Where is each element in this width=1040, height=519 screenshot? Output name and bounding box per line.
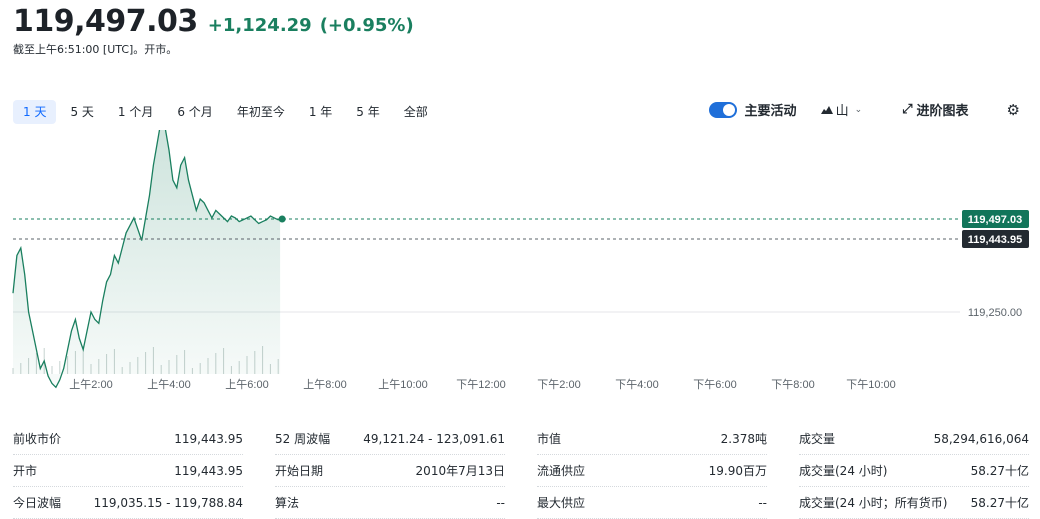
y-tick-label: 119,250.00 (968, 307, 1022, 319)
gear-icon[interactable]: ⚙ (1007, 101, 1020, 119)
key-events-label: 主要活动 (744, 104, 797, 119)
stat-row: 52 周波幅 49,121.24 - 123,091.61 (275, 423, 505, 455)
volume-bar (59, 361, 61, 374)
price-area (13, 130, 281, 388)
x-tick-label: 上午2:00 (69, 378, 112, 391)
price-change: +1,124.29 (207, 15, 312, 36)
stat-value: 119,035.15 - 119,788.84 (93, 495, 243, 510)
expand-icon: ⤢ (902, 102, 913, 117)
current-price-dot (278, 215, 286, 223)
stat-label: 算法 (275, 496, 300, 510)
x-tick-label: 下午6:00 (693, 378, 736, 391)
toggle-switch[interactable] (708, 101, 737, 118)
stat-row: 算法 -- (275, 487, 505, 519)
stat-label: 成交量(24 小时) (799, 464, 888, 478)
x-tick-label: 下午12:00 (456, 378, 506, 391)
x-tick-label: 上午6:00 (225, 378, 268, 391)
range-tab-6m[interactable]: 6 个月 (167, 100, 222, 124)
stat-row: 开始日期 2010年7月13日 (275, 455, 505, 487)
advanced-chart-button[interactable]: ⤢ 进阶图表 (902, 100, 968, 119)
stat-value: -- (496, 495, 505, 510)
stat-row: 流通供应 19.90百万 (537, 455, 767, 487)
range-tab-1y[interactable]: 1 年 (299, 100, 342, 124)
range-tab-5d[interactable]: 5 天 (60, 100, 103, 124)
stat-row: 前收市价 119,443.95 (13, 423, 243, 455)
stat-value: 58.27十亿 (970, 496, 1029, 510)
stat-label: 流通供应 (537, 464, 586, 478)
price-chart[interactable]: 119,497.03 119,443.95 119,250.00 上午2:00 … (0, 130, 1040, 398)
chart-controls: 主要活动 山 ⌄ ⤢ 进阶图表 ⚙ (708, 100, 1020, 119)
stat-label: 最大供应 (537, 496, 586, 510)
stat-row: 今日波幅 119,035.15 - 119,788.84 (13, 487, 243, 519)
chart-type-label: 山 (835, 104, 849, 119)
stat-value: 58.27十亿 (970, 464, 1029, 478)
x-tick-label: 上午10:00 (378, 378, 428, 391)
range-tab-ytd[interactable]: 年初至今 (227, 100, 295, 124)
stat-label: 成交量(24 小时；所有货币) (799, 496, 948, 510)
stat-row: 成交量 58,294,616,064 (799, 423, 1029, 455)
stat-label: 52 周波幅 (275, 432, 331, 446)
range-tab-all[interactable]: 全部 (394, 100, 438, 124)
previous-close-label: 119,443.95 (968, 234, 1022, 246)
current-price-label: 119,497.03 (968, 214, 1022, 226)
range-tab-1m[interactable]: 1 个月 (108, 100, 163, 124)
x-tick-label: 下午2:00 (537, 378, 580, 391)
stats-table: 前收市价 119,443.95 52 周波幅 49,121.24 - 123,091… (13, 423, 1029, 519)
range-tab-1d[interactable]: 1 天 (13, 100, 57, 124)
chart-type-dropdown[interactable]: 山 ⌄ (820, 100, 863, 119)
stat-value: 2010年7月13日 (415, 464, 505, 478)
key-events-toggle[interactable]: 主要活动 (708, 100, 797, 119)
stat-label: 今日波幅 (13, 496, 62, 510)
stat-row: 市值 2.378吨 (537, 423, 767, 455)
current-price: 119,497.03 (13, 4, 198, 39)
current-price-tag: 119,497.03 (962, 210, 1029, 228)
quote-header: 119,497.03 +1,124.29 (+0.95%) 截至上午6:51:0… (13, 4, 414, 57)
stat-row: 成交量(24 小时) 58.27十亿 (799, 455, 1029, 487)
stat-label: 成交量 (799, 432, 836, 446)
advanced-chart-label: 进阶图表 (916, 104, 969, 119)
volume-bar (51, 366, 53, 374)
stat-value: -- (758, 495, 767, 510)
previous-close-tag: 119,443.95 (962, 229, 1029, 248)
stat-label: 开始日期 (275, 464, 324, 478)
range-tab-5y[interactable]: 5 年 (346, 100, 389, 124)
stat-value: 2.378吨 (720, 432, 767, 446)
chevron-down-icon: ⌄ (854, 104, 863, 115)
range-tabs: 1 天 5 天 1 个月 6 个月 年初至今 1 年 5 年 全部 (13, 100, 442, 124)
x-tick-label: 下午4:00 (615, 378, 658, 391)
x-axis: 上午2:00 上午4:00 上午6:00 上午8:00 上午10:00 下午12… (69, 378, 895, 391)
price-change-percent: (+0.95%) (319, 15, 414, 36)
stat-row: 成交量(24 小时；所有货币) 58.27十亿 (799, 487, 1029, 519)
x-tick-label: 上午4:00 (147, 378, 190, 391)
x-tick-label: 下午8:00 (771, 378, 814, 391)
stat-value: 58,294,616,064 (933, 431, 1029, 446)
stat-value: 119,443.95 (174, 431, 243, 446)
stat-row: 开市 119,443.95 (13, 455, 243, 487)
stat-label: 市值 (537, 432, 562, 446)
x-tick-label: 下午10:00 (846, 378, 896, 391)
mountain-chart-icon (820, 106, 833, 114)
market-time: 截至上午6:51:00 [UTC]。开市。 (13, 43, 178, 56)
stat-value: 119,443.95 (174, 463, 243, 478)
stat-value: 49,121.24 - 123,091.61 (363, 431, 505, 446)
stat-row: 最大供应 -- (537, 487, 767, 519)
x-tick-label: 上午8:00 (303, 378, 346, 391)
stat-label: 开市 (13, 464, 38, 478)
stat-label: 前收市价 (13, 432, 62, 446)
stat-value: 19.90百万 (708, 464, 767, 478)
